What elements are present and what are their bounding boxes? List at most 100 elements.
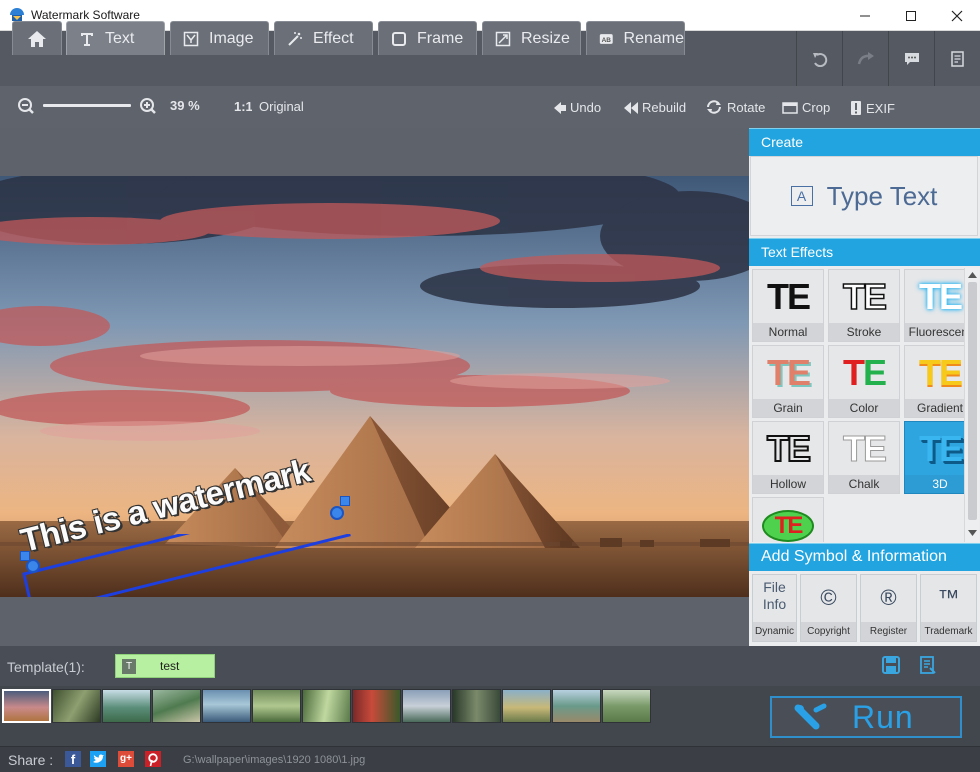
redo-history-button[interactable]	[842, 31, 888, 86]
tab-text[interactable]: Text	[66, 21, 165, 55]
thumbnail-9[interactable]	[402, 689, 451, 723]
effect-hollow[interactable]: TE Hollow	[752, 421, 824, 494]
text-icon	[81, 32, 93, 46]
exif-button[interactable]: EXIF	[850, 100, 895, 116]
symbol-dynamic[interactable]: File Info Dynamic	[752, 574, 797, 642]
crop-label: Crop	[802, 100, 831, 115]
run-icon	[794, 703, 827, 730]
undo-label: Undo	[570, 100, 602, 115]
close-button[interactable]	[934, 0, 980, 31]
scroll-up-icon[interactable]	[968, 272, 977, 278]
maximize-button[interactable]	[888, 0, 934, 31]
symbol-register[interactable]: ® Register	[860, 574, 917, 642]
thumbnail-2[interactable]	[52, 689, 101, 723]
tab-effect[interactable]: Effect	[274, 21, 373, 55]
effect-normal[interactable]: TE Normal	[752, 269, 824, 342]
watermark-corner-handle[interactable]	[20, 551, 30, 561]
type-text-button[interactable]: A Type Text	[750, 156, 978, 236]
rotate-label: Rotate	[727, 99, 766, 115]
add-symbol-header: Add Symbol & Information	[749, 543, 980, 571]
thumbnail-10[interactable]	[452, 689, 501, 723]
minimize-button[interactable]	[842, 0, 888, 31]
scroll-down-icon[interactable]	[968, 530, 977, 536]
original-size-button[interactable]: 1:1 Original	[234, 98, 304, 115]
google-plus-icon[interactable]: g+	[118, 751, 134, 767]
thumbnail-5[interactable]	[202, 689, 251, 723]
svg-text:AB: AB	[602, 36, 612, 43]
rebuild-label: Rebuild	[642, 100, 687, 115]
symbol-trademark[interactable]: ™ Trademark	[920, 574, 977, 642]
photo-preview[interactable]: This is a watermark	[0, 176, 749, 597]
zoom-slider[interactable]	[43, 104, 131, 107]
magic-wand-icon	[288, 31, 302, 46]
effect-chalk[interactable]: TE Chalk	[828, 421, 900, 494]
effect-grain[interactable]: TE Grain	[752, 345, 824, 418]
share-label: Share :	[8, 752, 54, 768]
tab-frame[interactable]: Frame	[378, 21, 477, 55]
pinterest-icon[interactable]	[145, 751, 161, 767]
tab-frame-label: Frame	[417, 29, 464, 47]
zoom-in-icon[interactable]	[139, 97, 157, 115]
feedback-button[interactable]	[888, 31, 934, 86]
thumbnail-11[interactable]	[502, 689, 551, 723]
rename-icon: AB	[599, 33, 613, 44]
effects-grid: TE Normal TE Stroke TE Fluorescent TE Gr…	[749, 266, 980, 542]
zoom-level: 39 %	[170, 98, 200, 113]
left-arrow-icon	[554, 101, 566, 114]
thumbnail-6[interactable]	[252, 689, 301, 723]
tab-rename[interactable]: AB Rename	[586, 21, 685, 55]
undo-button[interactable]: Undo	[553, 100, 601, 115]
exif-label: EXIF	[866, 100, 895, 116]
run-button[interactable]: Run	[770, 696, 962, 738]
effect-bubble[interactable]: TE	[752, 497, 824, 542]
template-item[interactable]: T test	[115, 654, 215, 678]
original-label: Original	[259, 98, 304, 114]
file-path: G:\wallpaper\images\1920 1080\1.jpg	[183, 754, 366, 766]
menu-button[interactable]	[934, 31, 980, 86]
tab-image[interactable]: Image	[170, 21, 269, 55]
tab-resize-label: Resize	[521, 29, 570, 47]
save-template-icon[interactable]	[882, 656, 900, 674]
thumbnail-3[interactable]	[102, 689, 151, 723]
thumbnail-8[interactable]	[352, 689, 401, 723]
window-title: Watermark Software	[31, 8, 140, 22]
thumbnail-4[interactable]	[152, 689, 201, 723]
effect-color[interactable]: TE Color	[828, 345, 900, 418]
twitter-icon[interactable]	[90, 751, 106, 767]
run-label: Run	[852, 698, 914, 735]
tab-resize[interactable]: Resize	[482, 21, 581, 55]
undo-history-button[interactable]	[796, 31, 842, 86]
symbol-copyright[interactable]: © Copyright	[800, 574, 857, 642]
chat-icon	[904, 52, 919, 65]
tab-home[interactable]	[12, 21, 62, 55]
template-label: Template(1):	[7, 659, 85, 675]
type-text-icon: A	[790, 186, 813, 206]
template-list-icon[interactable]	[919, 656, 937, 674]
thumbnail-1[interactable]	[2, 689, 51, 723]
watermark-handle-right[interactable]	[330, 506, 344, 520]
effect-stroke[interactable]: TE Stroke	[828, 269, 900, 342]
facebook-icon[interactable]: f	[65, 751, 81, 767]
color-e-glyph: E	[862, 352, 887, 393]
rewind-icon	[624, 101, 638, 114]
close-icon	[951, 10, 963, 21]
watermark-handle-left[interactable]	[26, 559, 40, 573]
tab-text-label: Text	[105, 29, 135, 47]
effects-scrollbar[interactable]	[964, 268, 979, 542]
tab-effect-label: Effect	[313, 29, 354, 47]
tab-image-label: Image	[209, 29, 254, 47]
color-t-glyph: T	[842, 352, 865, 393]
maximize-icon	[906, 10, 916, 21]
image-icon	[183, 31, 199, 46]
crop-button[interactable]: Crop	[782, 100, 830, 115]
rotate-button[interactable]: Rotate	[705, 99, 765, 115]
thumbnail-7[interactable]	[302, 689, 351, 723]
zoom-out-icon[interactable]	[17, 97, 35, 115]
rebuild-button[interactable]: Rebuild	[623, 100, 686, 115]
thumbnail-12[interactable]	[552, 689, 601, 723]
watermark-rotate-handle[interactable]	[340, 496, 350, 506]
tab-rename-label: Rename	[623, 29, 684, 47]
minimize-icon	[860, 15, 870, 16]
scroll-thumb[interactable]	[968, 282, 977, 520]
thumbnail-13[interactable]	[602, 689, 651, 723]
